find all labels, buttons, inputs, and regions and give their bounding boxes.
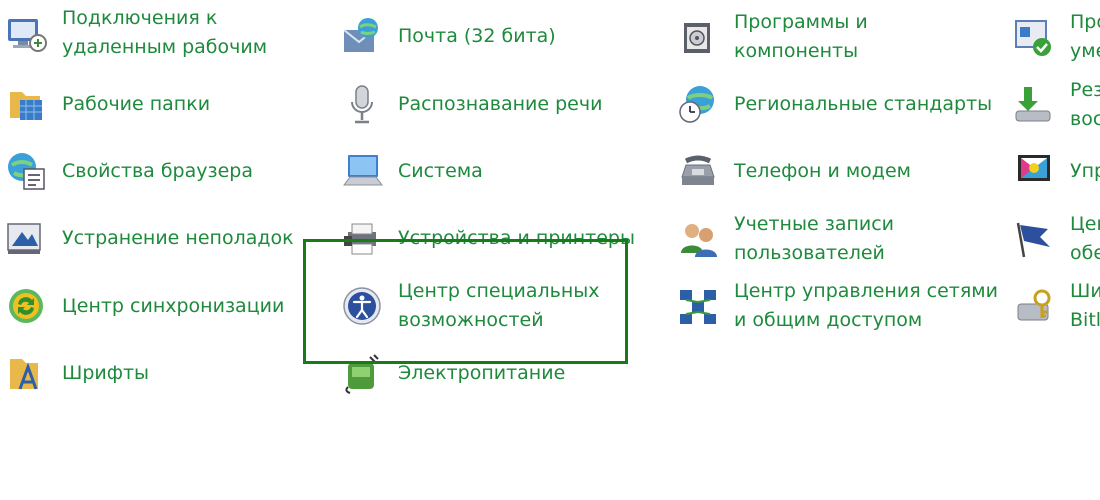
item-network-sharing-center[interactable]: Центр управления сетями и общим доступом bbox=[676, 277, 998, 335]
item-label-line1: Цен bbox=[1070, 213, 1100, 235]
sync-center-icon bbox=[4, 284, 48, 328]
item-label: Телефон и модем bbox=[734, 159, 911, 182]
item-label-line2: компоненты bbox=[734, 40, 859, 62]
user-accounts-icon bbox=[676, 217, 720, 261]
item-fonts[interactable]: Шрифты bbox=[4, 351, 149, 395]
item-action-center[interactable]: Цен обе bbox=[1012, 210, 1100, 268]
troubleshooting-icon bbox=[4, 216, 48, 260]
browser-properties-icon bbox=[4, 149, 48, 193]
item-label-line1: Ши bbox=[1070, 280, 1100, 302]
programs-icon bbox=[676, 15, 720, 59]
item-label: Шрифты bbox=[62, 361, 150, 384]
network-center-icon bbox=[676, 284, 720, 328]
item-label: Устранение неполадок bbox=[62, 226, 294, 249]
item-label-line1: Центр специальных bbox=[398, 280, 600, 302]
item-bitlocker[interactable]: Ши Bitl bbox=[1012, 277, 1100, 335]
item-label-line1: Рез bbox=[1070, 79, 1100, 101]
item-label: Региональные стандарты bbox=[734, 92, 993, 115]
item-label: Свойства браузера bbox=[62, 159, 253, 182]
item-programs-features[interactable]: Программы и компоненты bbox=[676, 8, 868, 66]
item-label: Распознавание речи bbox=[398, 92, 603, 115]
item-devices-printers[interactable]: Устройства и принтеры bbox=[340, 216, 635, 260]
item-system[interactable]: Система bbox=[340, 149, 483, 193]
mail-icon bbox=[340, 14, 384, 58]
item-label: Упр bbox=[1070, 159, 1100, 182]
item-label: Центр синхронизации bbox=[62, 294, 285, 317]
fonts-icon bbox=[4, 351, 48, 395]
item-label-line2: удаленным рабочим bbox=[62, 36, 268, 58]
item-label: Устройства и принтеры bbox=[398, 226, 635, 249]
item-default-programs[interactable]: Про уме bbox=[1012, 8, 1100, 66]
item-label-line2: возможностей bbox=[398, 309, 544, 331]
flag-icon bbox=[1012, 217, 1056, 261]
power-options-icon bbox=[340, 351, 384, 395]
item-label-line2: пользователей bbox=[734, 242, 885, 264]
item-region[interactable]: Региональные стандарты bbox=[676, 82, 992, 126]
bitlocker-icon bbox=[1012, 284, 1056, 328]
item-mail[interactable]: Почта (32 бита) bbox=[340, 14, 556, 58]
item-sync-center[interactable]: Центр синхронизации bbox=[4, 284, 284, 328]
item-backup-restore[interactable]: Рез вос bbox=[1012, 76, 1100, 134]
color-management-icon bbox=[1012, 149, 1056, 193]
region-clock-icon bbox=[676, 82, 720, 126]
item-label-line1: Центр управления сетями bbox=[734, 280, 998, 302]
phone-modem-icon bbox=[676, 149, 720, 193]
item-label: Электропитание bbox=[398, 361, 566, 384]
item-speech-recognition[interactable]: Распознавание речи bbox=[340, 82, 602, 126]
item-label-line1: Подключения к bbox=[62, 7, 218, 29]
item-label-line2: Bitl bbox=[1070, 309, 1100, 331]
item-label-line2: уме bbox=[1070, 40, 1100, 62]
item-label: Система bbox=[398, 159, 483, 182]
item-label-line1: Учетные записи bbox=[734, 213, 895, 235]
ease-of-access-icon bbox=[340, 284, 384, 328]
item-power-options[interactable]: Электропитание bbox=[340, 351, 565, 395]
item-label-line2: и общим доступом bbox=[734, 309, 923, 331]
remote-desktop-icon bbox=[4, 11, 48, 55]
item-label-line1: Программы и bbox=[734, 11, 868, 33]
item-label: Почта (32 бита) bbox=[398, 24, 556, 47]
item-color-management[interactable]: Упр bbox=[1012, 149, 1100, 193]
item-browser-properties[interactable]: Свойства браузера bbox=[4, 149, 253, 193]
item-ease-of-access-center[interactable]: Центр специальных возможностей bbox=[340, 277, 600, 335]
item-remote-desktop[interactable]: Подключения к удаленным рабочим bbox=[4, 4, 267, 62]
item-label-line2: вос bbox=[1070, 108, 1100, 130]
system-icon bbox=[340, 149, 384, 193]
printer-icon bbox=[340, 216, 384, 260]
backup-restore-icon bbox=[1012, 83, 1056, 127]
item-work-folders[interactable]: Рабочие папки bbox=[4, 82, 210, 126]
item-label-line2: обе bbox=[1070, 242, 1100, 264]
item-troubleshooting[interactable]: Устранение неполадок bbox=[4, 216, 294, 260]
microphone-icon bbox=[340, 82, 384, 126]
work-folders-icon bbox=[4, 82, 48, 126]
item-label: Рабочие папки bbox=[62, 92, 211, 115]
item-phone-modem[interactable]: Телефон и модем bbox=[676, 149, 911, 193]
default-programs-icon bbox=[1012, 15, 1056, 59]
item-user-accounts[interactable]: Учетные записи пользователей bbox=[676, 210, 894, 268]
item-label-line1: Про bbox=[1070, 11, 1100, 33]
